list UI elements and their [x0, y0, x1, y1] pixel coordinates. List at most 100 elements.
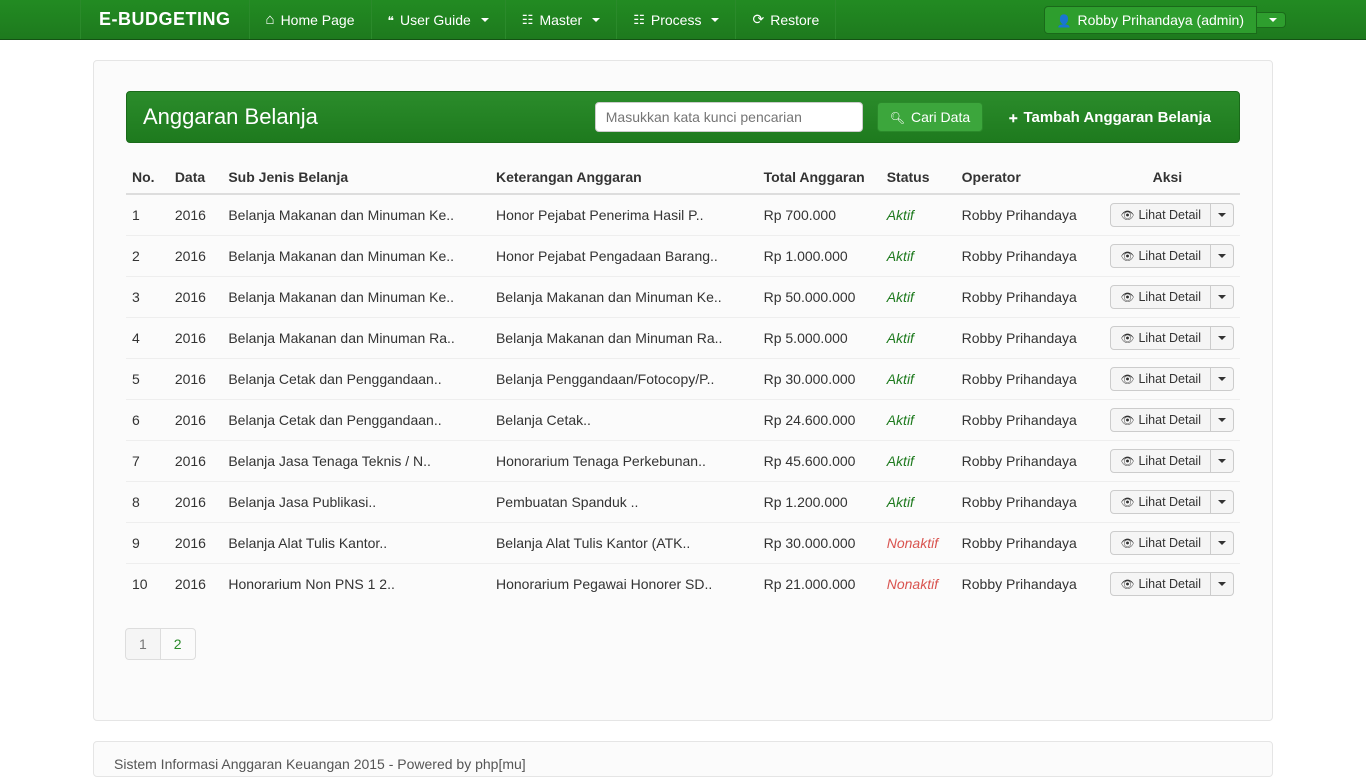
detail-button-label: Lihat Detail	[1138, 290, 1201, 304]
add-button[interactable]: Tambah Anggaran Belanja	[997, 103, 1223, 132]
search-button[interactable]: Cari Data	[877, 102, 983, 132]
cell-status: Nonaktif	[881, 564, 956, 605]
cell-aksi: Lihat Detail	[1095, 318, 1240, 359]
chevron-down-icon	[711, 18, 719, 22]
cell-subjenis: Belanja Jasa Publikasi..	[222, 482, 490, 523]
nav-master[interactable]: Master	[506, 0, 617, 39]
table-row: 12016Belanja Makanan dan Minuman Ke..Hon…	[126, 194, 1240, 236]
cell-subjenis: Belanja Cetak dan Penggandaan..	[222, 359, 490, 400]
status-badge: Aktif	[887, 453, 914, 469]
cell-status: Aktif	[881, 318, 956, 359]
eye-icon	[1120, 290, 1134, 304]
cell-keterangan: Belanja Makanan dan Minuman Ke..	[490, 277, 758, 318]
nav-home[interactable]: Home Page	[250, 0, 372, 39]
chevron-down-icon	[1218, 295, 1226, 299]
chevron-down-icon	[1218, 541, 1226, 545]
detail-button[interactable]: Lihat Detail	[1110, 490, 1211, 514]
col-data: Data	[169, 161, 223, 194]
page-2[interactable]: 2	[160, 628, 196, 660]
nav-process[interactable]: Process	[617, 0, 736, 39]
detail-button[interactable]: Lihat Detail	[1110, 572, 1211, 596]
cell-aksi: Lihat Detail	[1095, 400, 1240, 441]
grid-icon	[522, 11, 534, 28]
detail-button-label: Lihat Detail	[1138, 372, 1201, 386]
table-row: 52016Belanja Cetak dan Penggandaan..Bela…	[126, 359, 1240, 400]
table-row: 62016Belanja Cetak dan Penggandaan..Bela…	[126, 400, 1240, 441]
row-dropdown-button[interactable]	[1211, 244, 1234, 268]
cell-operator: Robby Prihandaya	[956, 236, 1095, 277]
cell-operator: Robby Prihandaya	[956, 277, 1095, 318]
page-1: 1	[125, 628, 161, 660]
cell-subjenis: Belanja Makanan dan Minuman Ke..	[222, 277, 490, 318]
col-subjenis: Sub Jenis Belanja	[222, 161, 490, 194]
detail-button-label: Lihat Detail	[1138, 208, 1201, 222]
home-icon	[266, 11, 275, 28]
search-input[interactable]	[595, 102, 863, 132]
chevron-down-icon	[592, 18, 600, 22]
row-dropdown-button[interactable]	[1211, 408, 1234, 432]
detail-button[interactable]: Lihat Detail	[1110, 203, 1211, 227]
brand: E-BUDGETING	[80, 0, 250, 39]
nav-process-label: Process	[651, 12, 702, 28]
cell-aksi: Lihat Detail	[1095, 441, 1240, 482]
nav-restore[interactable]: Restore	[736, 0, 836, 39]
chevron-down-icon	[1218, 459, 1226, 463]
cell-subjenis: Belanja Makanan dan Minuman Ke..	[222, 236, 490, 277]
row-dropdown-button[interactable]	[1211, 285, 1234, 309]
cell-operator: Robby Prihandaya	[956, 400, 1095, 441]
cell-status: Aktif	[881, 400, 956, 441]
footer-text: Sistem Informasi Anggaran Keuangan 2015 …	[114, 756, 526, 772]
cell-no: 8	[126, 482, 169, 523]
status-badge: Nonaktif	[887, 535, 938, 551]
status-badge: Aktif	[887, 289, 914, 305]
eye-icon	[1120, 577, 1134, 591]
cell-no: 10	[126, 564, 169, 605]
cell-operator: Robby Prihandaya	[956, 523, 1095, 564]
table-row: 42016Belanja Makanan dan Minuman Ra..Bel…	[126, 318, 1240, 359]
table-row: 82016Belanja Jasa Publikasi..Pembuatan S…	[126, 482, 1240, 523]
main-panel: Anggaran Belanja Cari Data Tambah Anggar…	[93, 60, 1273, 721]
cell-subjenis: Belanja Cetak dan Penggandaan..	[222, 400, 490, 441]
table-row: 32016Belanja Makanan dan Minuman Ke..Bel…	[126, 277, 1240, 318]
user-button[interactable]: Robby Prihandaya (admin)	[1044, 6, 1257, 34]
detail-button[interactable]: Lihat Detail	[1110, 326, 1211, 350]
status-badge: Aktif	[887, 494, 914, 510]
cell-aksi: Lihat Detail	[1095, 277, 1240, 318]
cell-keterangan: Pembuatan Spanduk ..	[490, 482, 758, 523]
cell-aksi: Lihat Detail	[1095, 523, 1240, 564]
detail-button[interactable]: Lihat Detail	[1110, 531, 1211, 555]
cell-keterangan: Belanja Cetak..	[490, 400, 758, 441]
eye-icon	[1120, 454, 1134, 468]
cell-status: Aktif	[881, 236, 956, 277]
page-title: Anggaran Belanja	[143, 104, 318, 130]
detail-button[interactable]: Lihat Detail	[1110, 408, 1211, 432]
chevron-down-icon	[1218, 418, 1226, 422]
row-dropdown-button[interactable]	[1211, 531, 1234, 555]
cell-status: Aktif	[881, 441, 956, 482]
detail-button[interactable]: Lihat Detail	[1110, 449, 1211, 473]
col-no: No.	[126, 161, 169, 194]
row-dropdown-button[interactable]	[1211, 367, 1234, 391]
cell-aksi: Lihat Detail	[1095, 564, 1240, 605]
detail-button[interactable]: Lihat Detail	[1110, 285, 1211, 309]
user-dropdown-button[interactable]	[1257, 12, 1286, 28]
row-dropdown-button[interactable]	[1211, 203, 1234, 227]
eye-icon	[1120, 208, 1134, 222]
table-row: 22016Belanja Makanan dan Minuman Ke..Hon…	[126, 236, 1240, 277]
data-table: No. Data Sub Jenis Belanja Keterangan An…	[126, 161, 1240, 604]
row-dropdown-button[interactable]	[1211, 449, 1234, 473]
cell-status: Aktif	[881, 359, 956, 400]
cell-data: 2016	[169, 194, 223, 236]
cell-total: Rp 1.200.000	[758, 482, 881, 523]
chevron-down-icon	[481, 18, 489, 22]
detail-button[interactable]: Lihat Detail	[1110, 244, 1211, 268]
detail-button[interactable]: Lihat Detail	[1110, 367, 1211, 391]
nav-userguide[interactable]: User Guide	[372, 0, 506, 39]
cell-aksi: Lihat Detail	[1095, 194, 1240, 236]
row-dropdown-button[interactable]	[1211, 572, 1234, 596]
row-dropdown-button[interactable]	[1211, 326, 1234, 350]
cell-subjenis: Belanja Makanan dan Minuman Ra..	[222, 318, 490, 359]
cell-total: Rp 1.000.000	[758, 236, 881, 277]
detail-button-label: Lihat Detail	[1138, 536, 1201, 550]
row-dropdown-button[interactable]	[1211, 490, 1234, 514]
